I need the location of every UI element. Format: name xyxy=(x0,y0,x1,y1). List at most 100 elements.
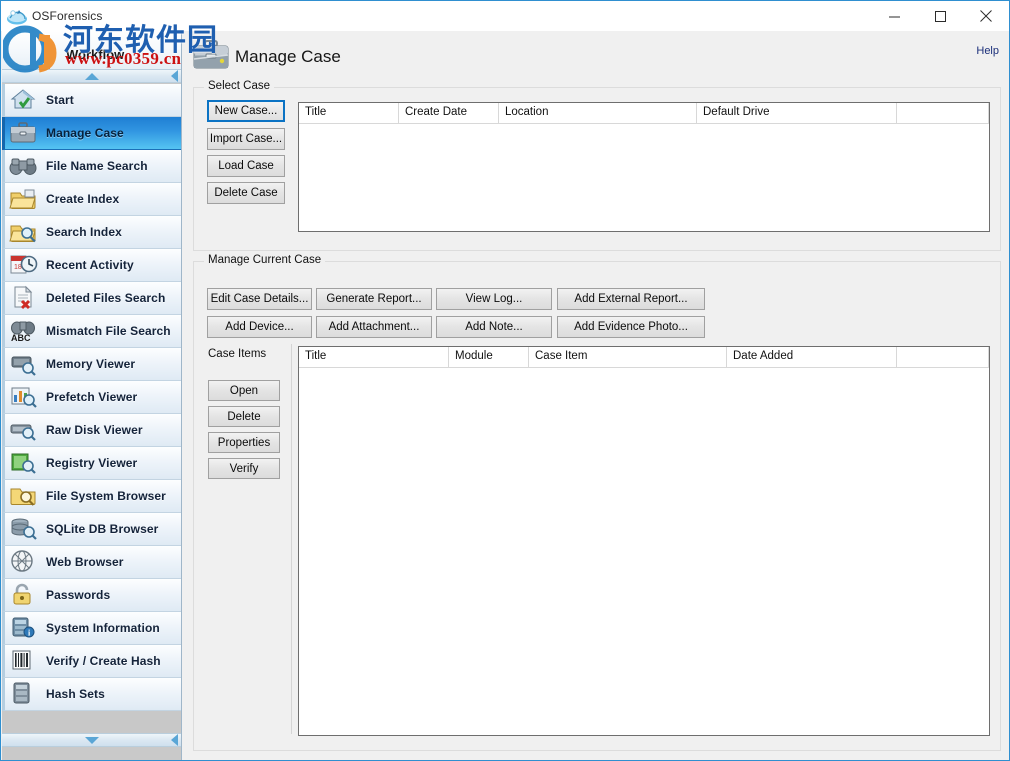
sidebar-item-sqlite-db-browser[interactable]: SQLite DB Browser xyxy=(2,513,181,546)
binoculars-abc-icon: ABC xyxy=(8,317,42,345)
new-case-button[interactable]: New Case... xyxy=(207,100,285,122)
sidebar-item-memory-viewer[interactable]: Memory Viewer xyxy=(2,348,181,381)
padlock-icon xyxy=(8,581,42,609)
briefcase-icon xyxy=(191,37,231,73)
chevron-left-icon xyxy=(171,733,178,746)
sidebar-item-label: Mismatch File Search xyxy=(46,324,171,338)
column-header[interactable]: Location xyxy=(499,103,697,124)
select-case-group: Select Case New Case... Import Case... Loa… xyxy=(193,80,1001,251)
folder-search-icon xyxy=(8,218,42,246)
sidebar-item-label: Recent Activity xyxy=(46,258,134,272)
load-case-button[interactable]: Load Case xyxy=(207,155,285,177)
sidebar-item-system-information[interactable]: i System Information xyxy=(2,612,181,645)
case-items-list-view[interactable]: Title Module Case Item Date Added xyxy=(298,346,990,736)
sidebar-item-label: Registry Viewer xyxy=(46,456,138,470)
case-item-verify-button[interactable]: Verify xyxy=(208,458,280,479)
delete-case-button[interactable]: Delete Case xyxy=(207,182,285,204)
select-case-group-title: Select Case xyxy=(204,80,275,92)
sidebar-item-label: Hash Sets xyxy=(46,687,105,701)
sidebar-item-raw-disk-viewer[interactable]: Raw Disk Viewer xyxy=(2,414,181,447)
main-content: Manage Case Help Select Case New Case...… xyxy=(183,31,1009,760)
sidebar-item-label: SQLite DB Browser xyxy=(46,522,159,536)
sidebar-item-verify-create-hash[interactable]: Verify / Create Hash xyxy=(2,645,181,678)
sidebar-item-file-name-search[interactable]: File Name Search xyxy=(2,150,181,183)
clock-calendar-icon: 18 xyxy=(8,251,42,279)
memory-chip-icon xyxy=(8,350,42,378)
sidebar-item-label: Create Index xyxy=(46,192,120,206)
column-header[interactable]: Default Drive xyxy=(697,103,897,124)
column-header[interactable]: Title xyxy=(299,347,449,368)
column-header[interactable]: Module xyxy=(449,347,529,368)
chevron-up-icon xyxy=(85,72,99,80)
column-header[interactable]: Date Added xyxy=(727,347,897,368)
folder-index-icon xyxy=(8,185,42,213)
case-list-view[interactable]: Title Create Date Location Default Drive xyxy=(298,102,990,232)
add-device-button[interactable]: Add Device... xyxy=(207,316,312,338)
sidebar-item-start[interactable]: Start xyxy=(2,84,181,117)
sidebar-collapse-top-button[interactable] xyxy=(168,69,181,82)
manage-current-case-group: Manage Current Case Edit Case Details...… xyxy=(193,254,1001,751)
window-title: OSForensics xyxy=(32,9,103,23)
sidebar-item-mismatch-file-search[interactable]: ABC Mismatch File Search xyxy=(2,315,181,348)
binoculars-icon xyxy=(8,152,42,180)
registry-icon xyxy=(8,449,42,477)
sidebar-item-list: Start Manage Case File Name Search Create I… xyxy=(2,84,181,733)
page-title: Manage Case xyxy=(235,47,341,66)
case-item-open-button[interactable]: Open xyxy=(208,380,280,401)
add-external-report-button[interactable]: Add External Report... xyxy=(557,288,705,310)
app-icon xyxy=(6,6,28,26)
application-window: OSForensics Workflow Start Manage Case Fil… xyxy=(0,0,1010,761)
view-log-button[interactable]: View Log... xyxy=(436,288,552,310)
sidebar-item-web-browser[interactable]: Web Browser xyxy=(2,546,181,579)
sidebar-item-passwords[interactable]: Passwords xyxy=(2,579,181,612)
sidebar-item-label: Start xyxy=(46,93,74,107)
home-icon xyxy=(8,86,42,114)
case-list-body[interactable] xyxy=(299,124,989,231)
workflow-sidebar: Workflow Start Manage Case File Name Searc… xyxy=(2,31,182,760)
sidebar-item-label: Deleted Files Search xyxy=(46,291,166,305)
chevron-down-icon xyxy=(85,736,99,744)
chart-search-icon xyxy=(8,383,42,411)
add-evidence-photo-button[interactable]: Add Evidence Photo... xyxy=(557,316,705,338)
minimize-button[interactable] xyxy=(871,2,917,31)
sidebar-collapse-bottom-button[interactable] xyxy=(168,733,181,746)
sidebar-item-label: File Name Search xyxy=(46,159,148,173)
page-header: Manage Case Help xyxy=(183,31,1009,79)
case-item-delete-button[interactable]: Delete xyxy=(208,406,280,427)
title-bar: OSForensics xyxy=(1,1,1009,31)
sidebar-item-create-index[interactable]: Create Index xyxy=(2,183,181,216)
sidebar-scroll-up[interactable] xyxy=(2,69,181,83)
sidebar-item-label: Web Browser xyxy=(46,555,124,569)
sidebar-item-prefetch-viewer[interactable]: Prefetch Viewer xyxy=(2,381,181,414)
svg-text:18: 18 xyxy=(14,264,22,271)
edit-case-details-button[interactable]: Edit Case Details... xyxy=(207,288,312,310)
server-info-icon: i xyxy=(8,614,42,642)
column-header[interactable] xyxy=(897,103,989,124)
sidebar-item-file-system-browser[interactable]: File System Browser xyxy=(2,480,181,513)
column-header[interactable]: Create Date xyxy=(399,103,499,124)
sidebar-item-label: Prefetch Viewer xyxy=(46,390,138,404)
close-button[interactable] xyxy=(963,2,1009,31)
sidebar-item-manage-case[interactable]: Manage Case xyxy=(2,117,181,150)
generate-report-button[interactable]: Generate Report... xyxy=(316,288,432,310)
column-header[interactable] xyxy=(897,347,989,368)
case-item-properties-button[interactable]: Properties xyxy=(208,432,280,453)
sidebar-item-label: File System Browser xyxy=(46,489,166,503)
sidebar-scroll-down[interactable] xyxy=(2,733,181,747)
sidebar-item-search-index[interactable]: Search Index xyxy=(2,216,181,249)
sidebar-item-recent-activity[interactable]: 18 Recent Activity xyxy=(2,249,181,282)
sidebar-item-deleted-files-search[interactable]: Deleted Files Search xyxy=(2,282,181,315)
column-header[interactable]: Title xyxy=(299,103,399,124)
help-link[interactable]: Help xyxy=(976,45,999,57)
add-note-button[interactable]: Add Note... xyxy=(436,316,552,338)
disk-search-icon xyxy=(8,416,42,444)
case-items-list-body[interactable] xyxy=(299,368,989,735)
sidebar-item-registry-viewer[interactable]: Registry Viewer xyxy=(2,447,181,480)
maximize-button[interactable] xyxy=(917,2,963,31)
case-items-list-header: Title Module Case Item Date Added xyxy=(299,347,989,368)
sidebar-item-hash-sets[interactable]: Hash Sets xyxy=(2,678,181,711)
add-attachment-button[interactable]: Add Attachment... xyxy=(316,316,432,338)
sidebar-item-label: Raw Disk Viewer xyxy=(46,423,143,437)
import-case-button[interactable]: Import Case... xyxy=(207,128,285,150)
column-header[interactable]: Case Item xyxy=(529,347,727,368)
